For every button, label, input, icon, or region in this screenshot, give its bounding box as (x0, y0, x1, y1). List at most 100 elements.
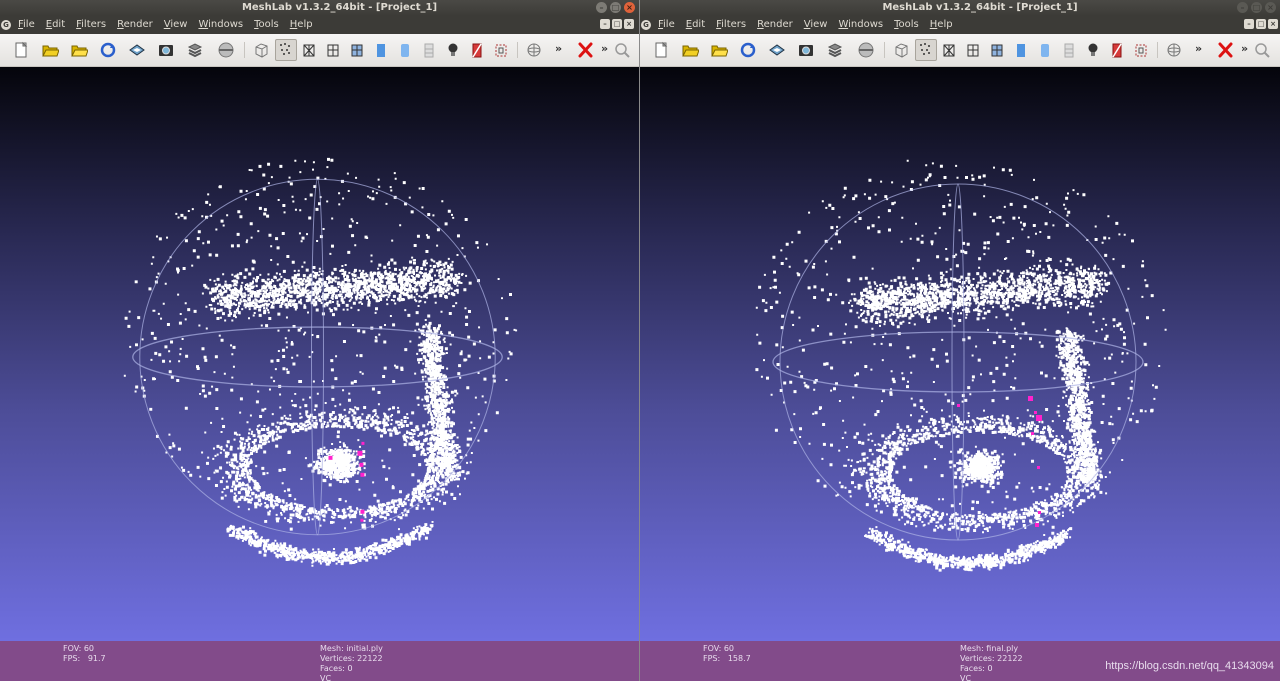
child-minimize-icon[interactable]: – (600, 19, 610, 29)
menu-tools[interactable]: Tools (894, 16, 924, 34)
toolbar-overflow-icon[interactable]: » (555, 42, 562, 55)
points-icon[interactable] (915, 39, 937, 61)
menu-filters[interactable]: Filters (716, 16, 751, 34)
new-project-icon[interactable] (652, 41, 670, 59)
open-project-icon[interactable] (681, 41, 699, 59)
maximize-icon[interactable]: □ (1251, 2, 1262, 13)
meshlab-app-icon: G (1, 20, 11, 30)
minimize-icon[interactable]: – (1237, 2, 1248, 13)
trackball-icon[interactable] (1165, 41, 1183, 59)
color-icon[interactable] (468, 41, 486, 59)
open-project-icon[interactable] (41, 41, 59, 59)
child-close-icon[interactable]: × (624, 19, 634, 29)
wireframe-icon[interactable] (940, 41, 958, 59)
menu-help[interactable]: Help (930, 16, 958, 34)
flatlines-icon[interactable] (988, 41, 1006, 59)
flat-icon[interactable] (1012, 41, 1030, 59)
texture-icon[interactable] (1060, 41, 1078, 59)
smooth-icon[interactable] (396, 41, 414, 59)
child-restore-icon[interactable]: □ (1256, 19, 1266, 29)
menu-view[interactable]: View (804, 16, 833, 34)
meshlab-window-right: MeshLab v1.3.2_64bit - [Project_1] – □ ×… (640, 0, 1280, 681)
menu-windows[interactable]: Windows (838, 16, 888, 34)
light-icon[interactable] (444, 41, 462, 59)
point-cloud-scene[interactable] (640, 67, 1280, 641)
zoom-icon[interactable] (613, 41, 631, 59)
wireframe-icon[interactable] (300, 41, 318, 59)
toolbar-overflow-icon[interactable]: » (601, 42, 608, 55)
menu-view[interactable]: View (164, 16, 193, 34)
points-icon[interactable] (275, 39, 297, 61)
window-title: MeshLab v1.3.2_64bit - [Project_1] (241, 2, 438, 13)
menu-windows[interactable]: Windows (198, 16, 248, 34)
title-bar: MeshLab v1.3.2_64bit - [Project_1] – □ × (640, 0, 1280, 16)
menu-edit[interactable]: Edit (686, 16, 710, 34)
texture-icon[interactable] (420, 41, 438, 59)
fov-readout: FOV: 60 (63, 644, 94, 653)
meshlab-app-icon: G (641, 20, 651, 30)
toolbar-overflow-icon[interactable]: » (1241, 42, 1248, 55)
smooth-icon[interactable] (1036, 41, 1054, 59)
delete-icon[interactable] (1216, 41, 1234, 59)
child-close-icon[interactable]: × (1268, 19, 1278, 29)
save-mesh-icon[interactable] (128, 41, 146, 59)
layers-icon[interactable] (826, 41, 844, 59)
menu-bar: G File Edit Filters Render View Windows … (640, 16, 1280, 34)
save-mesh-icon[interactable] (768, 41, 786, 59)
vertices-count: Vertices: 22122 (320, 654, 383, 663)
menu-file[interactable]: File (658, 16, 680, 34)
3d-viewport[interactable] (640, 67, 1280, 641)
mesh-name: Mesh: initial.ply (320, 644, 383, 653)
reload-icon[interactable] (99, 41, 117, 59)
light-icon[interactable] (1084, 41, 1102, 59)
faces-count: Faces: 0 (960, 664, 993, 673)
layers-icon[interactable] (186, 41, 204, 59)
title-bar: MeshLab v1.3.2_64bit - [Project_1] – □ × (0, 0, 639, 16)
flatlines-icon[interactable] (348, 41, 366, 59)
show-hide-icon[interactable] (857, 41, 875, 59)
select-faces-icon[interactable] (492, 41, 510, 59)
trackball-icon[interactable] (525, 41, 543, 59)
menu-file[interactable]: File (18, 16, 40, 34)
delete-icon[interactable] (576, 41, 594, 59)
menu-items: File Edit Filters Render View Windows To… (18, 16, 324, 34)
zoom-icon[interactable] (1253, 41, 1271, 59)
fov-readout: FOV: 60 (703, 644, 734, 653)
window-controls: – □ × (596, 2, 635, 14)
3d-viewport[interactable] (0, 67, 639, 641)
child-restore-icon[interactable]: □ (612, 19, 622, 29)
new-project-icon[interactable] (12, 41, 30, 59)
hiddenlines-icon[interactable] (964, 41, 982, 59)
close-icon[interactable]: × (624, 2, 635, 13)
child-window-controls: – □ × (1244, 19, 1278, 29)
point-cloud-scene[interactable] (0, 67, 639, 641)
menu-render[interactable]: Render (117, 16, 158, 34)
color-icon[interactable] (1108, 41, 1126, 59)
window-controls: – □ × (1237, 2, 1276, 14)
select-faces-icon[interactable] (1132, 41, 1150, 59)
menu-filters[interactable]: Filters (76, 16, 111, 34)
child-minimize-icon[interactable]: – (1244, 19, 1254, 29)
reload-icon[interactable] (739, 41, 757, 59)
snapshot-icon[interactable] (157, 41, 175, 59)
info-overlay: FOV: 60 FPS: 158.7 Mesh: final.ply Verti… (640, 641, 1280, 681)
open-mesh-icon[interactable] (70, 41, 88, 59)
open-mesh-icon[interactable] (710, 41, 728, 59)
hiddenlines-icon[interactable] (324, 41, 342, 59)
show-hide-icon[interactable] (217, 41, 235, 59)
minimize-icon[interactable]: – (596, 2, 607, 13)
menu-help[interactable]: Help (290, 16, 318, 34)
close-icon[interactable]: × (1265, 2, 1276, 13)
bbox-icon[interactable] (892, 41, 910, 59)
flat-icon[interactable] (372, 41, 390, 59)
toolbar-separator (884, 42, 885, 58)
toolbar-overflow-icon[interactable]: » (1195, 42, 1202, 55)
menu-render[interactable]: Render (757, 16, 798, 34)
snapshot-icon[interactable] (797, 41, 815, 59)
menu-edit[interactable]: Edit (46, 16, 70, 34)
info-overlay: FOV: 60 FPS: 91.7 Mesh: initial.ply Vert… (0, 641, 639, 681)
menu-tools[interactable]: Tools (254, 16, 284, 34)
maximize-icon[interactable]: □ (610, 2, 621, 13)
menu-items: File Edit Filters Render View Windows To… (658, 16, 964, 34)
bbox-icon[interactable] (252, 41, 270, 59)
